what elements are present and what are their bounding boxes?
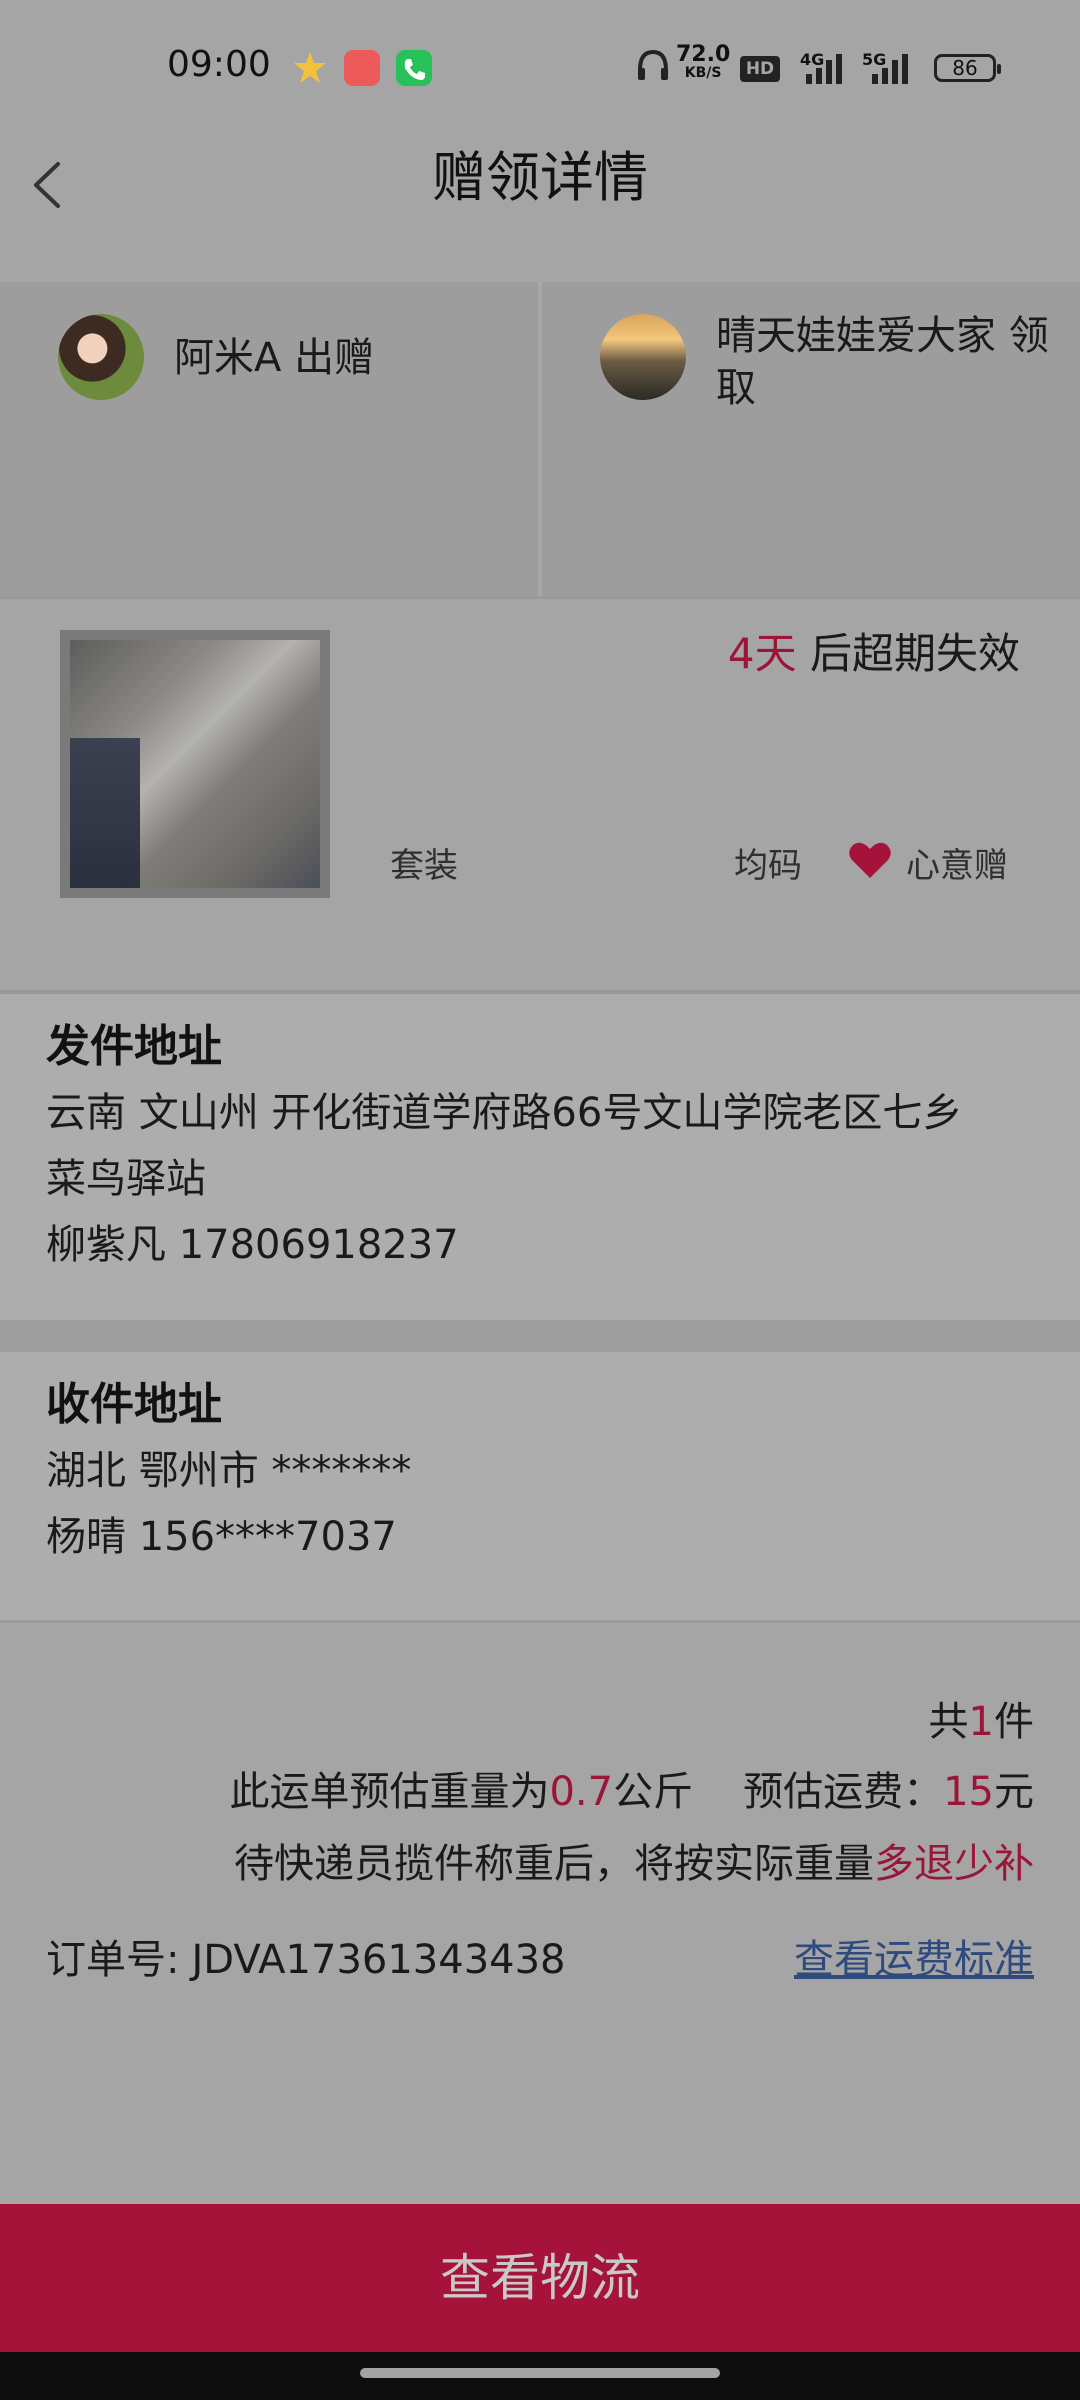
battery-indicator: 86: [934, 54, 1001, 82]
expiry-suffix: 后超期失效: [796, 629, 1020, 678]
status-time: 09:00: [167, 44, 271, 85]
expiry-notice: 4天 后超期失效: [728, 626, 1020, 682]
gift-type-label: 心意赠: [906, 846, 1008, 886]
giver-avatar[interactable]: [58, 314, 144, 400]
weight-and-fee: 此运单预估重量为0.7公斤 预估运费：15元: [229, 1769, 1034, 1815]
hd-voice-badge: HD: [740, 56, 780, 82]
receive-address-section: 收件地址 湖北 鄂州市 ******* 杨晴 156****7037: [0, 1352, 1080, 1620]
signal-strength-2-icon: [872, 52, 908, 84]
weight-adjust-note: 待快递员揽件称重后，将按实际重量多退少补: [234, 1841, 1034, 1887]
send-contact: 柳紫凡 17806918237: [46, 1222, 459, 1268]
order-number: 订单号: JDVA17361343438: [46, 1930, 566, 1990]
receiver-cell[interactable]: 晴天娃娃爱大家 领取: [542, 282, 1080, 596]
receiver-avatar[interactable]: [600, 314, 686, 400]
giver-cell[interactable]: [0, 282, 538, 596]
heart-icon: [848, 840, 896, 884]
phone-call-icon: [396, 50, 432, 86]
send-address-line1: 云南 文山州 开化街道学府路66号文山学院老区七乡: [46, 1090, 963, 1136]
net-speed: 72.0 KB/S: [676, 42, 731, 82]
expiry-days: 4天: [727, 629, 797, 678]
qq-space-icon: [292, 50, 328, 86]
fee-standard-link[interactable]: 查看运费标准: [794, 1930, 1034, 1990]
order-number-value: JDVA17361343438: [191, 1937, 566, 1983]
send-address-title: 发件地址: [46, 1021, 222, 1072]
headphones-icon: [636, 46, 670, 86]
receive-address-title: 收件地址: [46, 1379, 222, 1430]
receiver-name-label: 晴天娃娃爱大家 领取: [716, 313, 1049, 411]
page-title: 赠领详情: [432, 146, 648, 209]
participants-panel: 晴天娃娃爱大家 领取: [0, 282, 1080, 596]
giver-name-label: 阿米A 出赠: [174, 335, 375, 381]
item-type-tag: 套装: [390, 846, 458, 886]
kuaishou-icon: [344, 50, 380, 86]
view-logistics-button[interactable]: 查看物流: [0, 2204, 1080, 2352]
section-divider: [0, 1320, 1080, 1352]
shipping-info-section: [0, 1620, 1080, 2204]
thumbnail-detail: [70, 738, 140, 888]
receive-address-line: 湖北 鄂州市 *******: [46, 1448, 412, 1494]
send-address-section: 发件地址 云南 文山州 开化街道学府路66号文山学院老区七乡 菜鸟驿站 柳紫凡 …: [0, 990, 1080, 1320]
send-address-line2: 菜鸟驿站: [46, 1156, 206, 1202]
item-count: 共1件: [928, 1699, 1034, 1745]
home-indicator[interactable]: [360, 2368, 720, 2378]
signal-strength-1-icon: [806, 52, 842, 84]
receive-contact: 杨晴 156****7037: [46, 1514, 397, 1560]
item-size-tag: 均码: [734, 846, 802, 886]
item-thumbnail[interactable]: [60, 630, 330, 898]
order-number-label: 订单号:: [46, 1937, 180, 1983]
status-bar: 09:00 72.0 KB/S HD 4G 5G 86: [0, 0, 1080, 140]
